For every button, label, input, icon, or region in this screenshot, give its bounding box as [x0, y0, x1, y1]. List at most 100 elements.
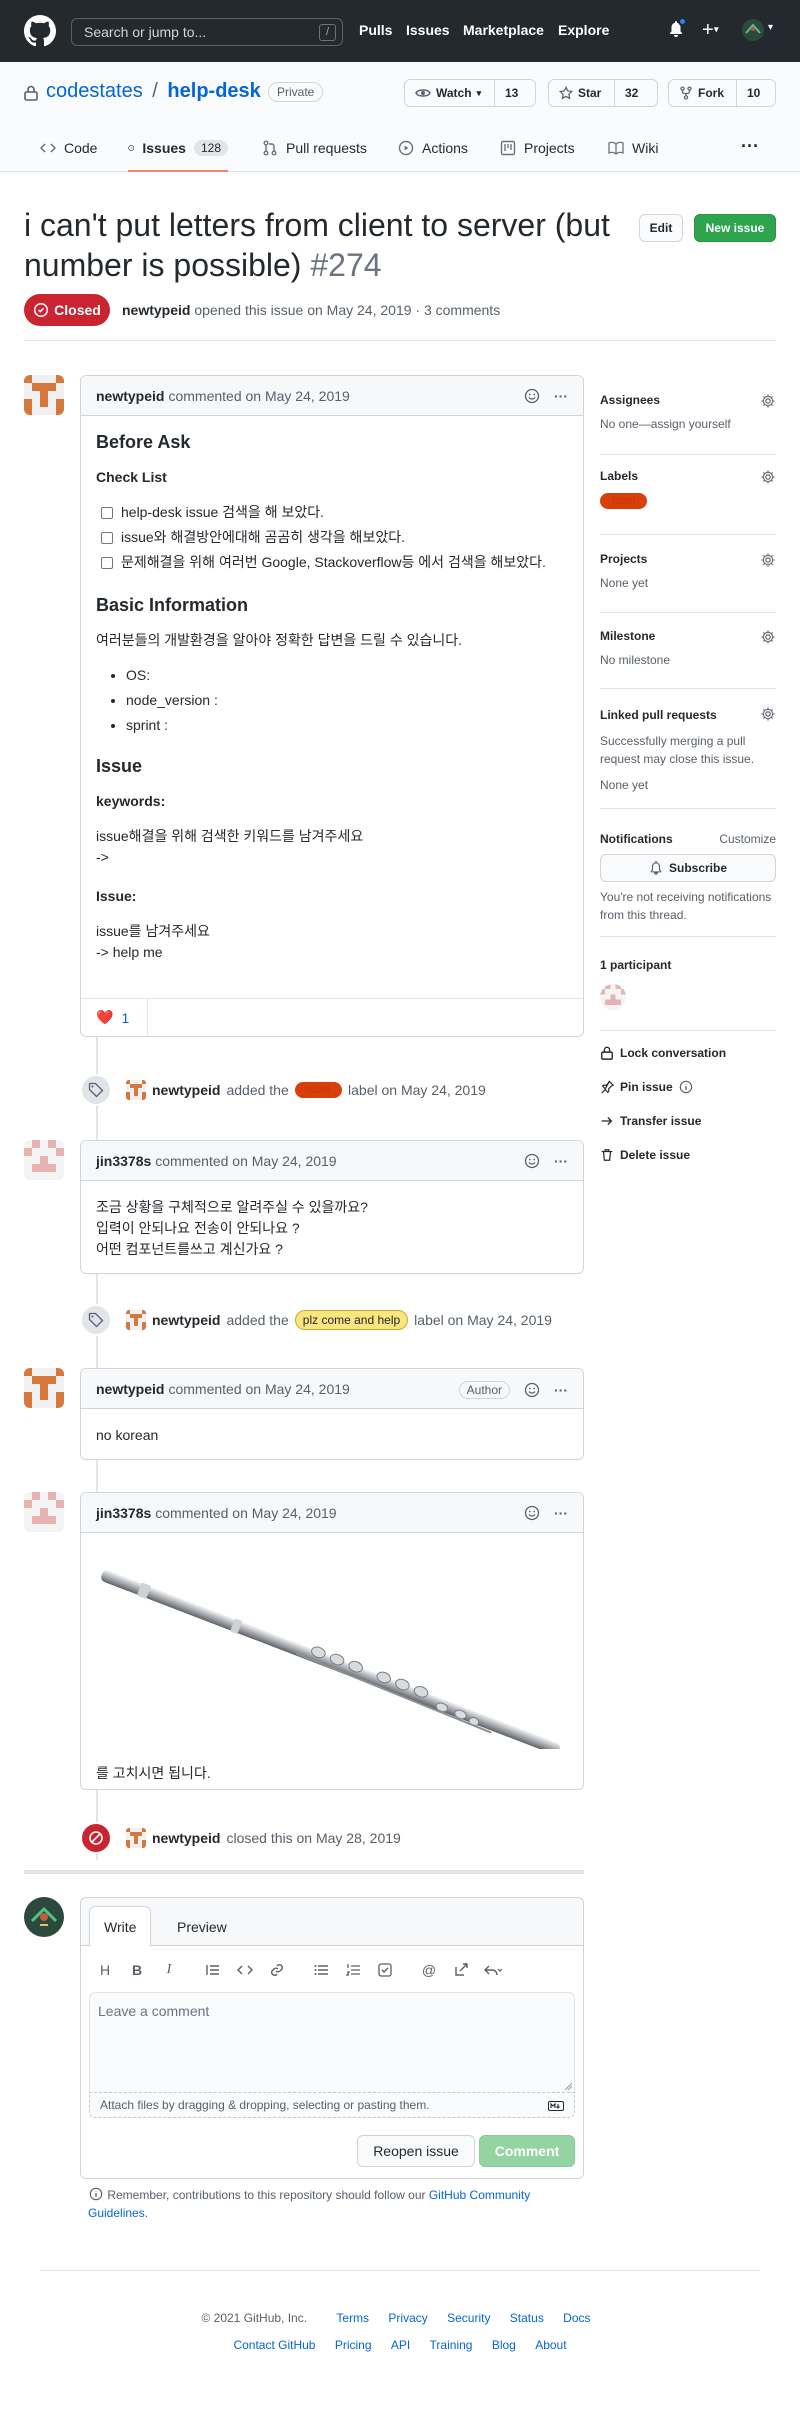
avatar[interactable] [24, 1368, 64, 1408]
quote-icon[interactable] [197, 1958, 229, 1982]
smiley-icon[interactable] [524, 1382, 540, 1398]
fork-button[interactable]: Fork [669, 80, 737, 106]
issue-author-link[interactable]: newtypeid [122, 302, 190, 318]
comment-timestamp[interactable]: commented on May 24, 2019 [155, 1153, 336, 1169]
comment-textarea[interactable]: Leave a comment [89, 1992, 575, 2092]
create-new-dropdown[interactable]: +▾ [702, 18, 719, 43]
avatar[interactable] [126, 1828, 146, 1848]
fork-count[interactable]: 10 [737, 86, 770, 100]
customize-link[interactable]: Customize [719, 830, 776, 848]
link-icon[interactable] [261, 1958, 293, 1982]
gear-icon[interactable] [760, 469, 776, 485]
kebab-icon[interactable]: ··· [554, 388, 568, 404]
search-input[interactable]: Search or jump to... / [71, 18, 343, 46]
event-user-link[interactable]: newtypeid [152, 1312, 220, 1328]
code-icon[interactable] [229, 1958, 261, 1982]
task-checkbox[interactable] [101, 506, 113, 519]
repo-name-link[interactable]: help-desk [167, 80, 260, 102]
footer-link-about[interactable]: About [535, 2338, 566, 2352]
smiley-icon[interactable] [524, 1505, 540, 1521]
italic-icon[interactable]: I [153, 1958, 185, 1982]
write-tab[interactable]: Write [89, 1906, 152, 1947]
subscribe-button[interactable]: Subscribe [600, 854, 776, 882]
kebab-icon[interactable]: ··· [554, 1382, 568, 1398]
new-issue-button[interactable]: New issue [694, 214, 776, 242]
footer-link-security[interactable]: Security [447, 2311, 490, 2325]
attach-files-area[interactable]: Attach files by dragging & dropping, sel… [89, 2092, 575, 2118]
gear-icon[interactable] [760, 552, 776, 568]
tab-pull-requests[interactable]: Pull requests [262, 138, 367, 172]
preview-tab[interactable]: Preview [163, 1906, 241, 1947]
gear-icon[interactable] [760, 393, 776, 409]
label-badge[interactable]: label [600, 493, 648, 509]
tab-projects[interactable]: Projects [500, 138, 575, 172]
footer-link-docs[interactable]: Docs [563, 2311, 590, 2325]
footer-link-terms[interactable]: Terms [336, 2311, 369, 2325]
tab-issues[interactable]: Issues 128 [128, 138, 228, 172]
task-checkbox[interactable] [101, 556, 113, 569]
task-checkbox[interactable] [101, 531, 113, 544]
kebab-icon[interactable]: ··· [554, 1505, 568, 1521]
comment-author-link[interactable]: newtypeid [96, 1381, 164, 1397]
footer-link-blog[interactable]: Blog [492, 2338, 516, 2352]
delete-issue-button[interactable]: Delete issue [600, 1148, 690, 1162]
smiley-icon[interactable] [524, 1153, 540, 1169]
event-user-link[interactable]: newtypeid [152, 1082, 220, 1098]
avatar[interactable] [126, 1310, 146, 1330]
info-icon[interactable] [679, 1080, 693, 1094]
footer-link-api[interactable]: API [391, 2338, 410, 2352]
nav-issues[interactable]: Issues [406, 22, 450, 38]
kebab-icon[interactable]: ··· [554, 1153, 568, 1169]
comment-author-link[interactable]: jin3378s [96, 1153, 151, 1169]
user-avatar[interactable] [742, 19, 764, 41]
footer-link-status[interactable]: Status [510, 2311, 544, 2325]
footer-link-contact[interactable]: Contact GitHub [233, 2338, 315, 2352]
comment-author-link[interactable]: newtypeid [96, 388, 164, 404]
event-user-link[interactable]: newtypeid [152, 1830, 220, 1846]
repo-owner-link[interactable]: codestates [46, 80, 143, 102]
gear-icon[interactable] [760, 706, 776, 722]
footer-link-training[interactable]: Training [430, 2338, 473, 2352]
numbered-list-icon[interactable] [337, 1958, 369, 1982]
resize-handle-icon[interactable] [564, 2082, 572, 2090]
comment-author-link[interactable]: jin3378s [96, 1505, 151, 1521]
avatar[interactable] [24, 1897, 64, 1937]
heading-icon[interactable]: H [89, 1958, 121, 1982]
footer-link-pricing[interactable]: Pricing [335, 2338, 372, 2352]
chevron-down-icon[interactable]: ▾ [768, 22, 773, 33]
label-badge[interactable]: label [294, 1082, 343, 1098]
comment-button[interactable]: Comment [479, 2135, 575, 2167]
tab-code[interactable]: Code [40, 138, 97, 172]
edit-title-button[interactable]: Edit [639, 214, 683, 242]
avatar[interactable] [24, 375, 64, 415]
lock-conversation-button[interactable]: Lock conversation [600, 1046, 726, 1060]
comment-timestamp[interactable]: commented on May 24, 2019 [168, 388, 349, 404]
cross-reference-icon[interactable] [445, 1958, 477, 1982]
tab-actions[interactable]: Actions [398, 138, 468, 172]
github-logo-icon[interactable] [24, 15, 56, 47]
smiley-icon[interactable] [524, 388, 540, 404]
bold-icon[interactable]: B [121, 1958, 153, 1982]
saved-reply-icon[interactable] [477, 1958, 509, 1982]
star-button[interactable]: Star [549, 80, 615, 106]
assign-yourself-link[interactable]: No one—assign yourself [600, 417, 776, 431]
comment-timestamp[interactable]: commented on May 24, 2019 [168, 1381, 349, 1397]
footer-link-privacy[interactable]: Privacy [388, 2311, 427, 2325]
more-tabs-icon[interactable]: ··· [741, 136, 759, 157]
tab-wiki[interactable]: Wiki [608, 138, 658, 172]
flute-image[interactable] [96, 1549, 570, 1755]
nav-pulls[interactable]: Pulls [359, 22, 392, 38]
nav-explore[interactable]: Explore [558, 22, 609, 38]
reopen-issue-button[interactable]: Reopen issue [357, 2135, 475, 2167]
avatar[interactable] [126, 1080, 146, 1100]
watch-count[interactable]: 13 [495, 86, 528, 100]
bullet-list-icon[interactable] [305, 1958, 337, 1982]
transfer-issue-button[interactable]: Transfer issue [600, 1114, 701, 1128]
task-list-icon[interactable] [369, 1958, 401, 1982]
mention-icon[interactable]: @ [413, 1958, 445, 1982]
avatar[interactable] [24, 1492, 64, 1532]
heart-reaction-button[interactable]: ❤️ 1 [96, 1010, 129, 1026]
watch-button[interactable]: Watch ▾ [405, 80, 495, 106]
pin-issue-button[interactable]: Pin issue [600, 1080, 693, 1094]
avatar[interactable] [24, 1140, 64, 1180]
